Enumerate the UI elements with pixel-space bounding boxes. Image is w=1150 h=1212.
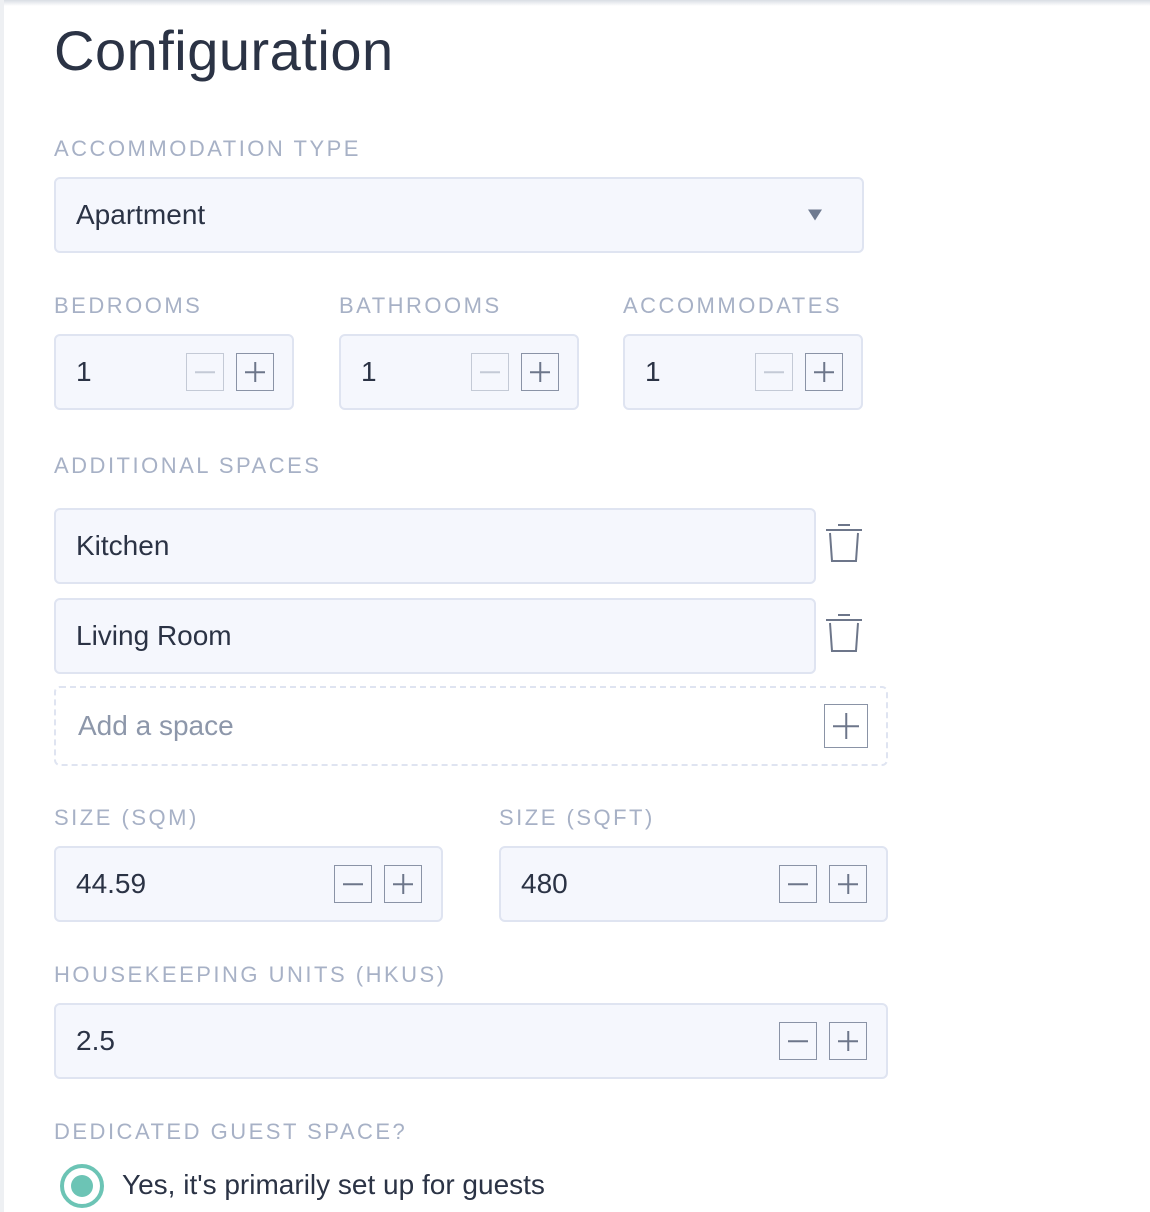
space-value: Kitchen xyxy=(76,530,170,561)
size-sqm-decrement-button[interactable] xyxy=(334,865,372,903)
housekeeping-value: 2.5 xyxy=(76,1025,115,1056)
bedrooms-label: BEDROOMS xyxy=(54,293,203,318)
bathrooms-label: BATHROOMS xyxy=(339,293,502,318)
accommodation-type-value: Apartment xyxy=(76,199,206,230)
size-sqm-stepper[interactable]: 44.59 xyxy=(54,846,443,922)
left-border xyxy=(0,0,4,1212)
space-input-kitchen[interactable]: Kitchen xyxy=(54,508,816,584)
housekeeping-decrement-button[interactable] xyxy=(779,1022,817,1060)
accommodates-increment-button[interactable] xyxy=(805,353,843,391)
bathrooms-decrement-button[interactable] xyxy=(471,353,509,391)
accommodates-label: ACCOMMODATES xyxy=(623,293,843,318)
trash-icon[interactable] xyxy=(824,611,864,655)
accommodates-decrement-button[interactable] xyxy=(755,353,793,391)
accommodates-stepper[interactable]: 1 xyxy=(623,334,863,410)
space-input-living-room[interactable]: Living Room xyxy=(54,598,816,674)
size-sqft-stepper[interactable]: 480 xyxy=(499,846,888,922)
size-sqm-label: SIZE (SQM) xyxy=(54,805,199,830)
size-sqm-increment-button[interactable] xyxy=(384,865,422,903)
page-title: Configuration xyxy=(54,19,394,82)
size-sqft-value: 480 xyxy=(521,868,568,899)
accommodates-value: 1 xyxy=(645,356,661,387)
additional-spaces-label: ADDITIONAL SPACES xyxy=(54,453,322,478)
radio-button-selected[interactable] xyxy=(60,1164,104,1208)
bathrooms-stepper[interactable]: 1 xyxy=(339,334,579,410)
bedrooms-increment-button[interactable] xyxy=(236,353,274,391)
guest-space-option-yes-label: Yes, it's primarily set up for guests xyxy=(122,1169,545,1200)
size-sqft-label: SIZE (SQFT) xyxy=(499,805,655,830)
bedrooms-value: 1 xyxy=(76,356,92,387)
trash-icon[interactable] xyxy=(824,521,864,565)
space-value: Living Room xyxy=(76,620,232,651)
bathrooms-value: 1 xyxy=(361,356,377,387)
accommodation-type-select[interactable]: Apartment xyxy=(54,177,864,253)
size-sqft-decrement-button[interactable] xyxy=(779,865,817,903)
add-space-input[interactable]: Add a space xyxy=(54,686,888,766)
bedrooms-decrement-button[interactable] xyxy=(186,353,224,391)
bathrooms-increment-button[interactable] xyxy=(521,353,559,391)
bedrooms-stepper[interactable]: 1 xyxy=(54,334,294,410)
size-sqm-value: 44.59 xyxy=(76,868,147,899)
housekeeping-increment-button[interactable] xyxy=(829,1022,867,1060)
top-shadow xyxy=(0,0,1150,6)
accommodation-type-label: ACCOMMODATION TYPE xyxy=(54,136,361,161)
size-sqft-increment-button[interactable] xyxy=(829,865,867,903)
housekeeping-stepper[interactable]: 2.5 xyxy=(54,1003,888,1079)
radio-dot xyxy=(71,1175,93,1197)
dedicated-guest-space-label: DEDICATED GUEST SPACE? xyxy=(54,1119,408,1144)
housekeeping-label: HOUSEKEEPING UNITS (HKUS) xyxy=(54,962,447,987)
chevron-down-icon xyxy=(808,209,822,221)
add-space-button[interactable] xyxy=(824,704,868,748)
add-space-placeholder: Add a space xyxy=(78,710,234,741)
